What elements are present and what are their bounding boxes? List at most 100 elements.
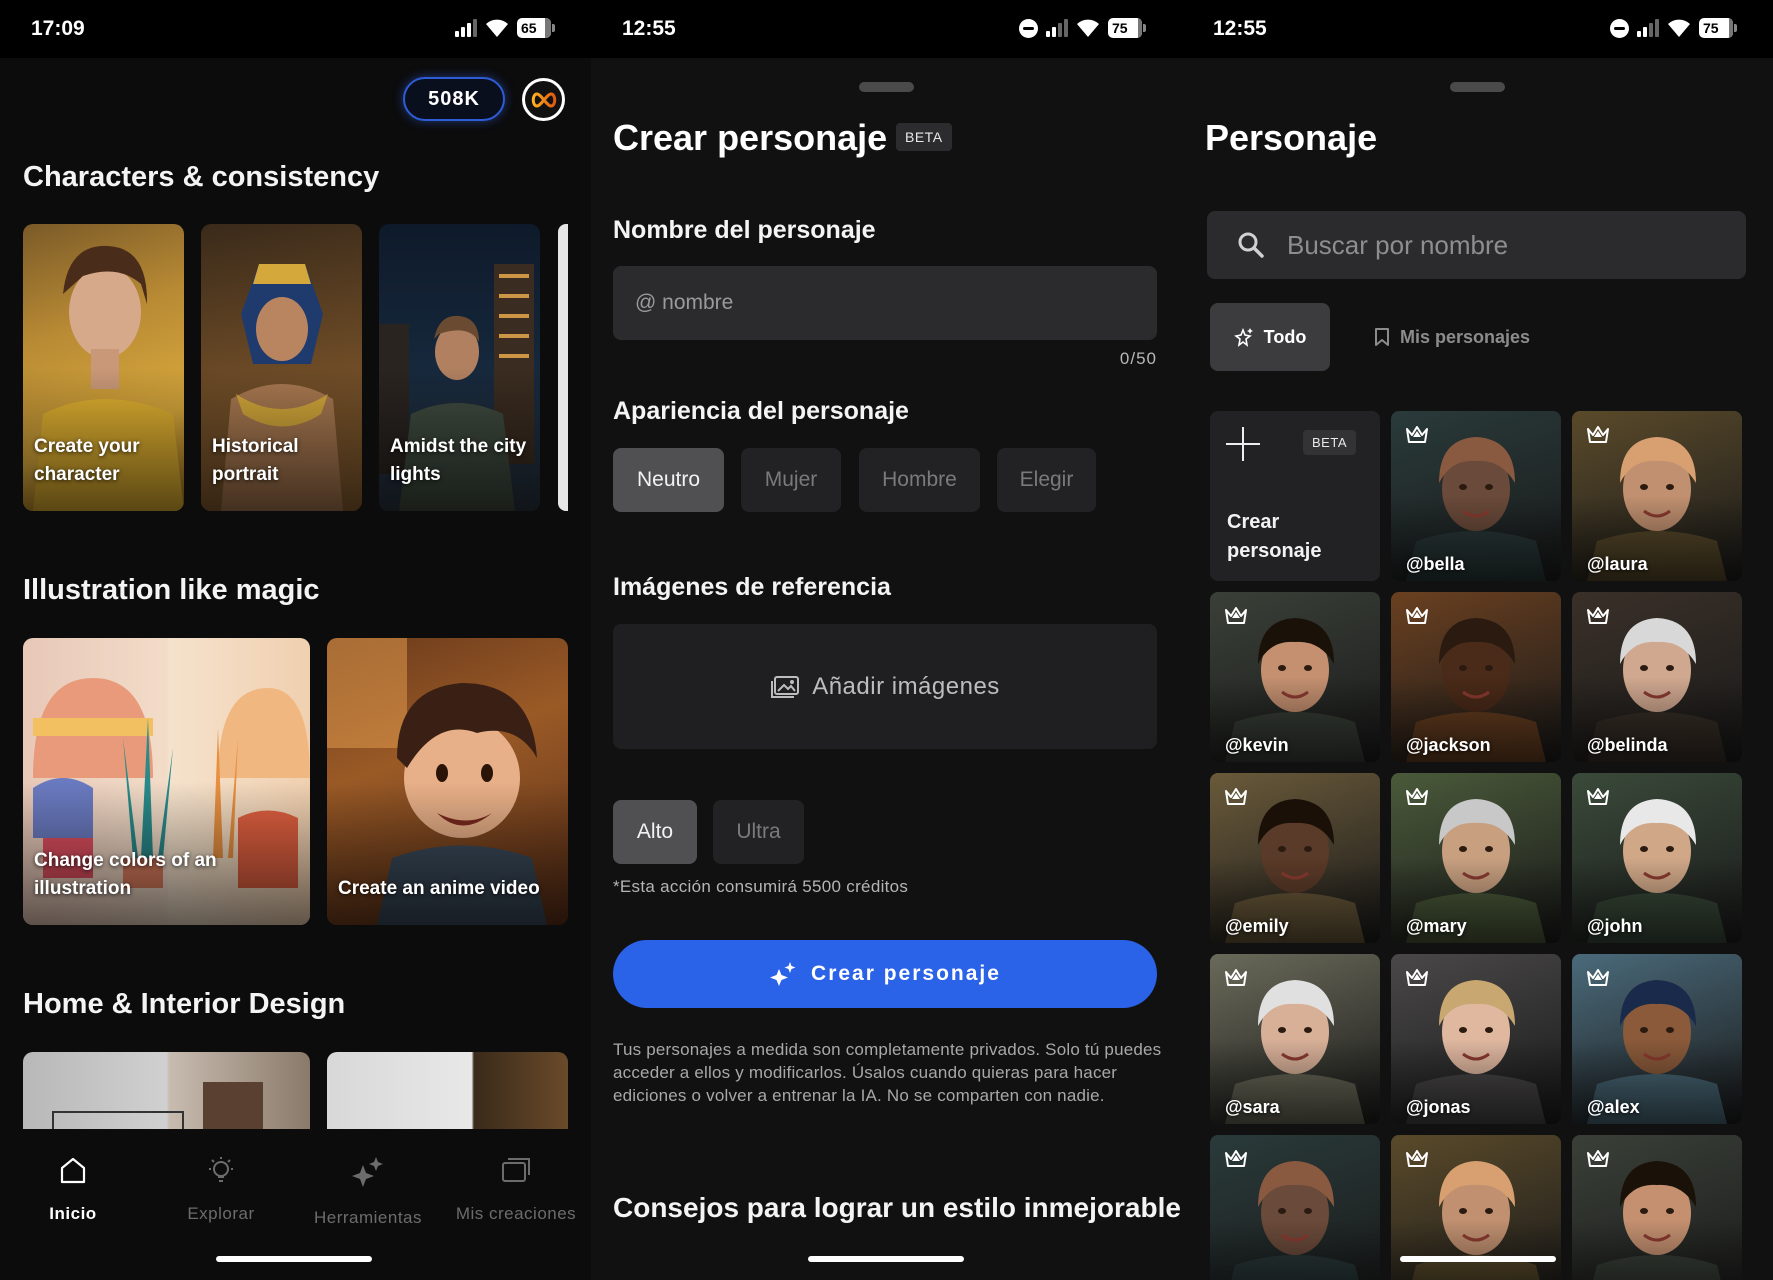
- create-character-tile[interactable]: BETA Crear personaje: [1210, 411, 1380, 581]
- card-anime-video[interactable]: Create an anime video: [327, 638, 568, 925]
- character-tile[interactable]: @emily: [1210, 773, 1380, 943]
- card-historical-portrait[interactable]: Historical portrait: [201, 224, 362, 511]
- character-tile[interactable]: @alex: [1572, 954, 1742, 1124]
- search-input[interactable]: Buscar por nombre: [1207, 211, 1746, 279]
- status-bar: 12:55 75: [1182, 0, 1773, 58]
- character-name-input[interactable]: @ nombre: [613, 266, 1157, 340]
- page-title: Crear personaje: [613, 117, 888, 158]
- tab-label: Mis personajes: [1400, 326, 1531, 347]
- section-title-home-interior: Home & Interior Design: [23, 988, 346, 1020]
- section-title-illustration: Illustration like magic: [23, 574, 320, 606]
- status-time: 12:55: [622, 17, 676, 40]
- name-label: Nombre del personaje: [613, 216, 876, 244]
- crown-icon: [1587, 607, 1609, 624]
- add-images-label: Añadir imágenes: [812, 672, 1000, 700]
- character-name: @mary: [1406, 916, 1467, 936]
- crown-icon: [1587, 788, 1609, 805]
- card-change-colors[interactable]: Change colors of an illustration: [23, 638, 310, 925]
- do-not-disturb-icon: [1610, 18, 1629, 38]
- character-name: @emily: [1225, 916, 1289, 936]
- character-name: @jackson: [1406, 735, 1491, 755]
- appearance-elegir[interactable]: Elegir: [997, 448, 1096, 512]
- images-icon: [771, 675, 800, 698]
- quality-alto[interactable]: Alto: [613, 800, 697, 864]
- appearance-label: Apariencia del personaje: [613, 397, 909, 425]
- card-label: Amidst the city lights: [390, 436, 527, 485]
- character-tile[interactable]: @kevin: [1210, 592, 1380, 762]
- character-name: @kevin: [1225, 735, 1289, 755]
- sheet-grab-handle[interactable]: [859, 82, 914, 92]
- status-bar: 17:09 65: [0, 0, 591, 58]
- tab-todo[interactable]: Todo: [1210, 303, 1330, 371]
- character-tile[interactable]: @mary: [1391, 773, 1561, 943]
- tab-label: Todo: [1263, 326, 1307, 347]
- reference-label: Imágenes de referencia: [613, 573, 891, 601]
- character-tile[interactable]: @bella: [1391, 411, 1561, 581]
- home-indicator[interactable]: [216, 1256, 372, 1262]
- beta-badge: BETA: [896, 123, 952, 151]
- character-name: @laura: [1587, 554, 1648, 574]
- signal-icon: [1637, 19, 1659, 37]
- beta-badge: BETA: [1303, 430, 1356, 455]
- nav-explorar[interactable]: Explorar: [151, 1155, 291, 1224]
- crown-icon: [1587, 426, 1609, 443]
- card-partial-next[interactable]: [558, 224, 568, 511]
- battery-level: 75: [1703, 20, 1719, 36]
- appearance-neutro[interactable]: Neutro: [613, 448, 724, 512]
- wifi-icon: [1077, 19, 1099, 37]
- appearance-hombre[interactable]: Hombre: [859, 448, 980, 512]
- create-character-button[interactable]: Crear personaje: [613, 940, 1157, 1008]
- quality-ultra[interactable]: Ultra: [713, 800, 804, 864]
- sheet-grab-handle[interactable]: [1450, 82, 1505, 92]
- screenshot-triptych: 17:09 65 508K Characters & consistency C…: [0, 0, 1773, 1280]
- card-label: Create your character: [34, 436, 140, 485]
- create-tile-label: Crear personaje: [1227, 511, 1322, 562]
- name-char-counter: 0/50: [1119, 349, 1157, 368]
- signal-icon: [1046, 19, 1068, 37]
- battery-icon: 75: [1699, 18, 1737, 38]
- sparkles-icon: [352, 1157, 383, 1187]
- sparkle-star-icon: [1233, 327, 1253, 347]
- character-tile[interactable]: @jackson: [1391, 592, 1561, 762]
- home-indicator[interactable]: [808, 1256, 964, 1262]
- nav-inicio[interactable]: Inicio: [3, 1155, 143, 1224]
- crown-icon: [1587, 969, 1609, 986]
- credits-badge[interactable]: 508K: [403, 77, 505, 121]
- infinity-icon[interactable]: [522, 78, 565, 121]
- character-tile[interactable]: [1572, 1135, 1742, 1280]
- tips-heading: Consejos para lograr un estilo inmejorab…: [613, 1192, 1181, 1223]
- card-label: Change colors of an illustration: [34, 850, 217, 899]
- card-city-lights[interactable]: Amidst the city lights: [379, 224, 540, 511]
- character-tile[interactable]: @belinda: [1572, 592, 1742, 762]
- crown-icon: [1406, 426, 1428, 443]
- wifi-icon: [486, 19, 508, 37]
- tab-mis-personajes[interactable]: Mis personajes: [1374, 303, 1530, 371]
- card-create-character[interactable]: Create your character: [23, 224, 184, 511]
- crown-icon: [1406, 969, 1428, 986]
- character-tile[interactable]: [1210, 1135, 1380, 1280]
- character-tile[interactable]: @sara: [1210, 954, 1380, 1124]
- crown-icon: [1406, 1150, 1428, 1167]
- search-placeholder: Buscar por nombre: [1287, 229, 1509, 260]
- crown-icon: [1225, 1150, 1247, 1167]
- plus-icon: [1226, 427, 1260, 461]
- bookmark-icon: [1375, 328, 1389, 346]
- crown-icon: [1406, 607, 1428, 624]
- home-indicator[interactable]: [1400, 1256, 1556, 1262]
- character-tile[interactable]: @laura: [1572, 411, 1742, 581]
- add-images-dropzone[interactable]: Añadir imágenes: [613, 624, 1157, 749]
- crown-icon: [1587, 1150, 1609, 1167]
- create-character-screen: 12:55 75 Crear personaje BETA Nombre del…: [591, 0, 1182, 1280]
- character-list-screen: 12:55 75 Personaje Buscar por nombre Tod…: [1182, 0, 1773, 1280]
- appearance-mujer[interactable]: Mujer: [741, 448, 841, 512]
- do-not-disturb-icon: [1019, 18, 1038, 38]
- nav-herramientas[interactable]: Herramientas: [298, 1155, 438, 1228]
- cta-label: Crear personaje: [811, 962, 1001, 985]
- search-icon: [1238, 232, 1264, 258]
- character-tile[interactable]: @jonas: [1391, 954, 1561, 1124]
- nav-label: Explorar: [187, 1204, 255, 1223]
- home-icon: [60, 1157, 86, 1184]
- crown-icon: [1225, 788, 1247, 805]
- nav-mis-creaciones[interactable]: Mis creaciones: [446, 1155, 586, 1224]
- character-tile[interactable]: @john: [1572, 773, 1742, 943]
